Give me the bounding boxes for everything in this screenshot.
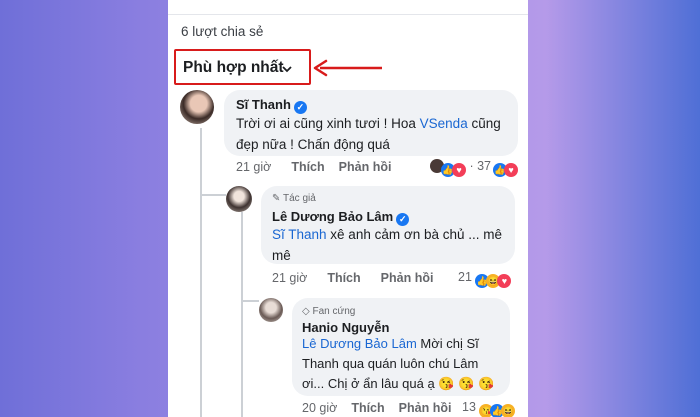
thread-line — [200, 128, 202, 417]
comment-time: 21 giờ — [272, 271, 308, 285]
love-reaction-icon: ♥ — [504, 163, 519, 177]
author-name[interactable]: Hanio Nguyễn — [302, 320, 389, 335]
love-reaction-icon: ♥ — [452, 163, 466, 177]
mention-link[interactable]: Sĩ Thanh — [272, 227, 327, 242]
sort-dropdown[interactable]: Phù hợp nhất — [183, 59, 284, 77]
comment-text-part: ơi... Chị ở ẩn lâu quá ạ — [302, 376, 435, 391]
reply-button[interactable]: Phản hồi — [339, 160, 392, 174]
comment-text-part: đẹp nữa ! Chấn động quá — [236, 137, 390, 152]
like-button[interactable]: Thích — [291, 160, 324, 174]
reply-button[interactable]: Phản hồi — [399, 401, 452, 415]
badge-label: Fan cứng — [312, 306, 356, 317]
comment-actions: 20 giờ Thích Phản hồi — [302, 401, 451, 415]
reply-button[interactable]: Phản hồi — [381, 271, 434, 285]
reaction-summary[interactable]: 21 👍😆 ♥ — [458, 270, 512, 288]
avatar[interactable] — [180, 90, 214, 124]
annotation-arrow — [313, 59, 382, 77]
comment-actions: 21 giờ Thích Phản hồi — [236, 160, 391, 174]
avatar[interactable] — [259, 298, 283, 322]
comment-text: Sĩ Thanh xê anh cảm ơn bà chủ ... mê mê — [272, 224, 510, 266]
reaction-count: 21 — [458, 270, 472, 284]
reaction-summary[interactable]: 👍 ♥ · 37 👍 ♥ — [430, 159, 519, 177]
comment-text: Trời ơi ai cũng xinh tươi ! Hoa VSenda c… — [236, 113, 511, 155]
comment-author[interactable]: Sĩ Thanh ✓ — [236, 97, 307, 114]
author-name[interactable]: Lê Dương Bảo Lâm — [272, 209, 393, 224]
reaction-count: 37 — [477, 159, 492, 173]
comment-text-part: Trời ơi ai cũng xinh tươi ! Hoa — [236, 116, 420, 131]
reaction-summary[interactable]: 13 😘👍😆 — [462, 400, 516, 417]
comment-time: 21 giờ — [236, 160, 272, 174]
comment-author[interactable]: Hanio Nguyễn — [302, 320, 389, 335]
diamond-icon: ◇ — [302, 306, 310, 317]
thread-line — [200, 194, 226, 196]
comment-text-part: Mời chị Sĩ — [416, 336, 479, 351]
like-button[interactable]: Thích — [351, 401, 384, 415]
comment-text: Lê Dương Bảo Lâm Mời chị Sĩ Thanh qua qu… — [302, 334, 507, 394]
like-button[interactable]: Thích — [327, 271, 360, 285]
author-badge: ◇ Fan cứng — [302, 306, 355, 317]
mention-link[interactable]: VSenda — [420, 116, 468, 131]
kiss-emoji-icon: 😘 — [458, 376, 475, 391]
comment-text-part: cũng — [467, 116, 501, 131]
avatar[interactable] — [226, 186, 252, 212]
comment-text-part: xê anh cảm ơn bà chủ ... mê — [326, 227, 502, 242]
comment-text-part: mê — [272, 248, 291, 263]
chevron-down-icon[interactable] — [281, 63, 293, 75]
share-count[interactable]: 6 lượt chia sẻ — [181, 24, 263, 39]
comment-actions: 21 giờ Thích Phản hồi — [272, 271, 433, 285]
love-reaction-icon: ♥ — [497, 274, 512, 288]
pencil-icon: ✎ — [272, 193, 281, 204]
divider — [168, 14, 528, 15]
kiss-emoji-icon: 😘 — [438, 376, 455, 391]
thread-line — [241, 300, 259, 302]
reaction-count: 13 — [462, 400, 476, 414]
badge-label: Tác giả — [283, 193, 316, 204]
author-name[interactable]: Sĩ Thanh — [236, 97, 291, 112]
comment-text-part: Thanh qua quán luôn chú Lâm — [302, 356, 479, 371]
author-badge: ✎ Tác giả — [272, 193, 316, 204]
kiss-emoji-icon: 😘 — [477, 376, 495, 391]
haha-reaction-icon: 😆 — [501, 404, 516, 417]
comment-time: 20 giờ — [302, 401, 338, 415]
thread-line — [241, 212, 243, 417]
mention-link[interactable]: Lê Dương Bảo Lâm — [302, 336, 417, 351]
